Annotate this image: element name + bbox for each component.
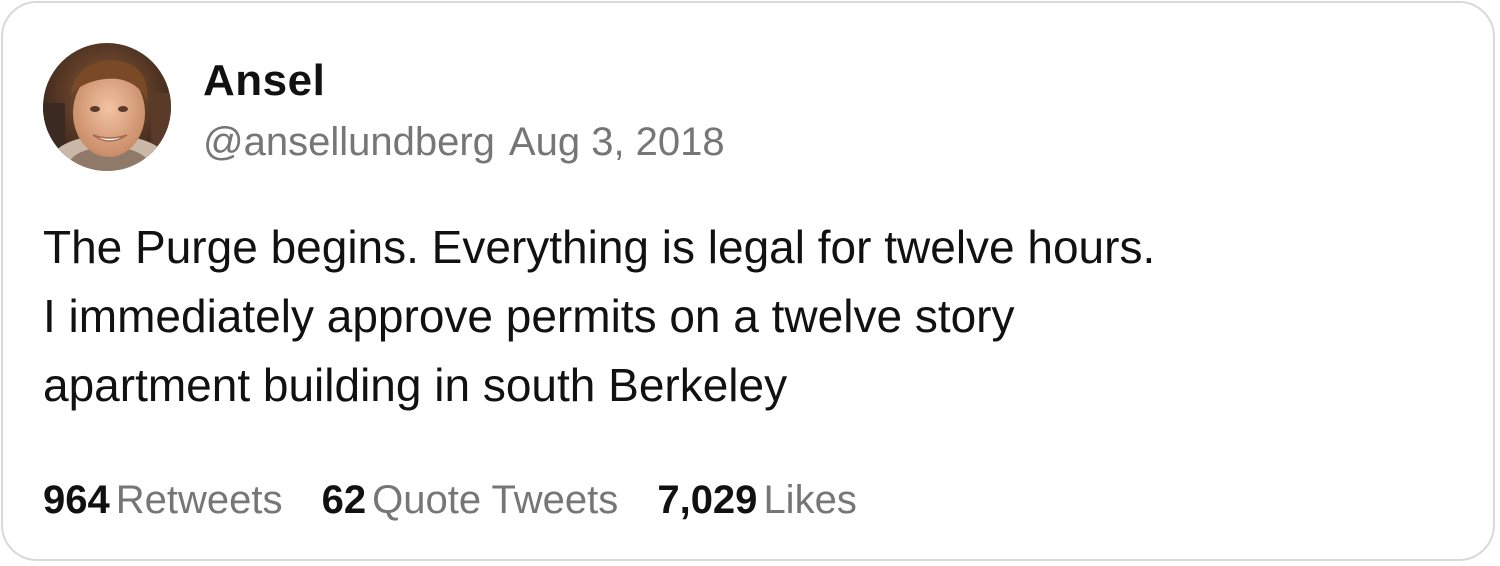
author-display-name[interactable]: Ansel xyxy=(203,53,325,109)
retweets-count: 964 xyxy=(43,478,110,522)
tweet-text: The Purge begins. Everything is legal fo… xyxy=(43,213,1463,420)
author-handle[interactable]: @ansellundberg xyxy=(203,120,495,164)
retweets-stat[interactable]: 964 Retweets xyxy=(43,473,283,527)
tweet-text-line: The Purge begins. Everything is legal fo… xyxy=(43,221,1156,273)
avatar[interactable] xyxy=(43,43,171,171)
retweets-label: Retweets xyxy=(115,478,283,522)
quote-tweets-label: Quote Tweets xyxy=(372,478,619,522)
likes-label: Likes xyxy=(763,478,857,522)
tweet-stats: 964 Retweets 62 Quote Tweets 7,029 Likes xyxy=(43,473,885,527)
quote-tweets-count: 62 xyxy=(321,478,367,522)
quote-tweets-stat[interactable]: 62 Quote Tweets xyxy=(322,473,619,527)
tweet-card: Ansel @ansellundberg Aug 3, 2018 The Purg… xyxy=(1,1,1495,561)
tweet-text-line: apartment building in south Berkeley xyxy=(43,359,788,411)
tweet-meta: @ansellundberg Aug 3, 2018 xyxy=(203,115,725,169)
profile-photo-image xyxy=(43,43,171,171)
likes-count: 7,029 xyxy=(657,478,758,522)
tweet-text-line: I immediately approve permits on a twelv… xyxy=(43,290,1015,342)
likes-stat[interactable]: 7,029 Likes xyxy=(657,473,857,527)
tweet-date[interactable]: Aug 3, 2018 xyxy=(509,120,725,164)
